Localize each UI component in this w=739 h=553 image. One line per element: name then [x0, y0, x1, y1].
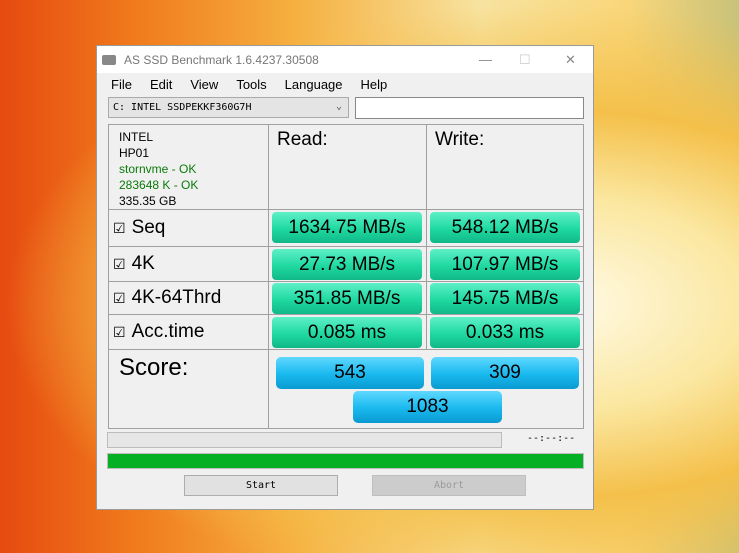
row-label: 4K — [131, 253, 155, 274]
seq-read-value: 1634.75 MB/s — [272, 212, 422, 243]
chevron-down-icon: ⌄ — [335, 101, 342, 112]
menu-language[interactable]: Language — [285, 77, 343, 92]
minimize-icon[interactable]: — — [479, 52, 492, 67]
4k-write-value: 107.97 MB/s — [430, 249, 580, 280]
drive-select[interactable]: C: INTEL SSDPEKKF360G7H ⌄ — [108, 97, 349, 118]
checkbox-4k[interactable]: ☑ — [113, 256, 126, 273]
as-ssd-window: AS SSD Benchmark 1.6.4237.30508 — ☐ ✕ Fi… — [96, 45, 594, 510]
menu-bar: File Edit View Tools Language Help — [97, 73, 593, 95]
row-label: Seq — [131, 217, 166, 238]
row-4k[interactable]: ☑ 4K — [109, 247, 269, 282]
menu-view[interactable]: View — [190, 77, 218, 92]
abort-button[interactable]: Abort — [372, 475, 526, 496]
row-label: 4K-64Thrd — [131, 287, 222, 308]
driver-status: stornvme - OK — [119, 162, 197, 176]
menu-file[interactable]: File — [111, 77, 132, 92]
menu-edit[interactable]: Edit — [150, 77, 172, 92]
alignment-status: 283648 K - OK — [119, 178, 199, 192]
score-write: 309 — [431, 357, 579, 389]
checkbox-acc-time[interactable]: ☑ — [113, 324, 126, 341]
elapsed-time: --:--:-- — [527, 433, 576, 444]
results-grid: INTEL HP01 stornvme - OK 283648 K - OK 3… — [108, 124, 584, 429]
close-icon[interactable]: ✕ — [565, 52, 576, 68]
drive-firmware: HP01 — [119, 146, 150, 160]
score-label: Score: — [109, 350, 269, 429]
window-title: AS SSD Benchmark 1.6.4237.30508 — [124, 52, 319, 67]
title-bar: AS SSD Benchmark 1.6.4237.30508 — ☐ ✕ — [97, 46, 593, 73]
total-progress-bar — [107, 453, 584, 469]
4k-read-value: 27.73 MB/s — [272, 249, 422, 280]
drive-vendor: INTEL — [119, 130, 154, 144]
test-progress-bar — [107, 432, 502, 448]
seq-write-value: 548.12 MB/s — [430, 212, 580, 243]
text-field[interactable] — [355, 97, 584, 119]
write-header: Write: — [427, 125, 584, 210]
maximize-icon[interactable]: ☐ — [519, 52, 531, 68]
checkbox-4k-64thrd[interactable]: ☑ — [113, 290, 126, 307]
score-read: 543 — [276, 357, 424, 389]
4k64-read-value: 351.85 MB/s — [272, 283, 422, 314]
acc-read-value: 0.085 ms — [272, 317, 422, 348]
score-total: 1083 — [353, 391, 502, 423]
row-seq[interactable]: ☑ Seq — [109, 210, 269, 247]
drive-size: 335.35 GB — [119, 194, 177, 208]
drive-info: INTEL HP01 stornvme - OK 283648 K - OK 3… — [109, 125, 269, 210]
row-4k-64thrd[interactable]: ☑ 4K-64Thrd — [109, 282, 269, 315]
4k64-write-value: 145.75 MB/s — [430, 283, 580, 314]
menu-tools[interactable]: Tools — [236, 77, 266, 92]
start-button[interactable]: Start — [184, 475, 338, 496]
checkbox-seq[interactable]: ☑ — [113, 220, 126, 237]
total-progress-fill — [108, 454, 583, 468]
row-acc-time[interactable]: ☑ Acc.time — [109, 315, 269, 350]
drive-select-value: C: INTEL SSDPEKKF360G7H — [113, 102, 252, 113]
acc-write-value: 0.033 ms — [430, 317, 580, 348]
row-label: Acc.time — [131, 321, 205, 342]
app-icon — [102, 54, 116, 65]
menu-help[interactable]: Help — [361, 77, 388, 92]
read-header: Read: — [269, 125, 427, 210]
